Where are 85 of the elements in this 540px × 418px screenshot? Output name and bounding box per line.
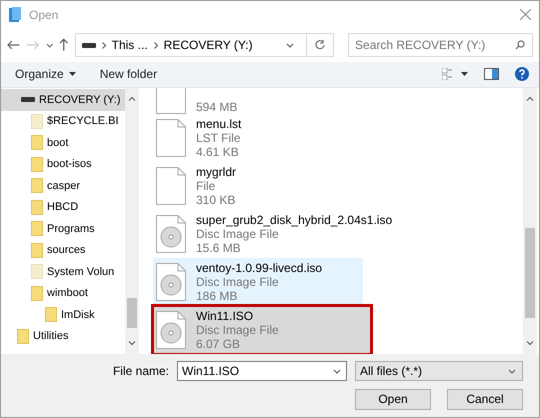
search-icon <box>515 40 526 50</box>
address-bar[interactable]: This ... RECOVERY (Y:) <box>74 33 308 58</box>
open-button[interactable]: Open <box>355 388 431 410</box>
file-type: Disc Image File <box>196 227 280 242</box>
refresh-icon <box>315 40 326 50</box>
file-name: menu.lst <box>196 117 242 132</box>
file-size: 310 KB <box>196 193 236 208</box>
folder-icon <box>31 114 43 129</box>
folder-icon <box>31 242 43 258</box>
file-item[interactable]: ventoy-1.0.99-livecd.iso Disc Image File 186 MB <box>153 258 363 306</box>
search-field[interactable]: Search RECOVERY (Y:) <box>348 33 534 58</box>
cancel-button[interactable]: Cancel <box>447 388 523 410</box>
sidebar-item[interactable]: Programs <box>1 218 125 240</box>
file-name: super_grub2_disk_hybrid_2.04s1.iso <box>196 213 392 228</box>
file-type: Disc Image File <box>196 275 280 290</box>
caret-icon <box>68 72 76 76</box>
sidebar-item[interactable]: sources <box>1 240 125 262</box>
sidebar-item[interactable]: casper <box>1 175 125 197</box>
file-size: 15.6 MB <box>196 241 242 256</box>
file-name-field[interactable]: Win11.ISO <box>177 361 347 382</box>
file-name-label: File name: <box>112 364 169 378</box>
folder-icon <box>17 328 29 344</box>
close-icon[interactable] <box>520 9 531 20</box>
drive-icon <box>82 42 96 48</box>
recent-dropdown-icon[interactable] <box>46 42 54 48</box>
file-icon <box>156 119 186 158</box>
disc-image-icon <box>156 311 186 350</box>
file-item[interactable]: Win11.ISO Disc Image File 6.07 GB <box>153 306 371 354</box>
dropdown-icon <box>508 368 516 374</box>
folder-icon <box>31 221 43 236</box>
file-size: 594 MB <box>196 100 238 114</box>
file-type: Disc Image File <box>196 323 279 338</box>
sidebar-item[interactable]: ImDisk <box>1 304 125 326</box>
file-icon <box>156 167 186 206</box>
scrollbar-thumb[interactable] <box>127 298 137 328</box>
file-name: ventoy-1.0.99-livecd.iso <box>196 261 322 276</box>
sidebar-item[interactable]: RECOVERY (Y:) <box>1 89 125 111</box>
file-name: mygrldr <box>196 165 236 180</box>
window-title: Open <box>29 8 60 22</box>
folder-icon <box>31 178 43 194</box>
chevron-icon <box>102 42 106 49</box>
file-size: 4.61 KB <box>196 145 240 160</box>
chevron-icon <box>154 42 158 49</box>
folder-icon <box>45 307 57 322</box>
sidebar-item[interactable]: $RECYCLE.BI <box>1 110 125 132</box>
folder-icon <box>31 286 43 301</box>
sidebar-item[interactable]: boot-isos <box>1 154 125 176</box>
file-item[interactable]: menu.lst LST File 4.61 KB <box>153 114 363 162</box>
help-icon[interactable] <box>515 67 529 82</box>
file-name: Win11.ISO <box>196 309 254 324</box>
folder-icon <box>31 264 43 280</box>
organize-button[interactable]: Organize <box>11 65 80 84</box>
file-type-dropdown[interactable]: All files (*.*) <box>355 361 523 382</box>
dropdown-icon[interactable] <box>286 42 294 48</box>
folder-icon <box>31 135 43 150</box>
drive-icon <box>21 97 35 102</box>
back-icon[interactable] <box>7 40 20 50</box>
sidebar-item[interactable]: HBCD <box>1 196 125 218</box>
scrollbar[interactable] <box>523 88 537 354</box>
app-icon <box>9 6 21 23</box>
folder-icon <box>31 200 43 215</box>
scrollbar-thumb[interactable] <box>525 228 535 318</box>
file-type: File <box>196 179 216 194</box>
folder-icon <box>31 156 43 172</box>
refresh-button[interactable] <box>307 33 334 58</box>
file-item[interactable]: super_grub2_disk_hybrid_2.04s1.iso Disc Image File 15.6 MB <box>153 210 398 258</box>
sidebar-item[interactable]: System Volun <box>1 261 125 283</box>
dropdown-icon[interactable] <box>333 369 341 374</box>
file-type: LST File <box>196 131 242 146</box>
file-size: 186 MB <box>196 289 238 304</box>
new-folder-button[interactable]: New folder <box>96 65 162 84</box>
disc-image-icon <box>156 263 186 302</box>
breadcrumb[interactable]: RECOVERY (Y:) <box>164 38 253 52</box>
disc-image-icon <box>156 215 186 254</box>
breadcrumb[interactable]: This ... <box>112 38 148 52</box>
up-icon[interactable] <box>59 38 69 52</box>
sidebar-item[interactable]: wimboot <box>1 282 125 304</box>
file-item[interactable]: mygrldr File 310 KB <box>153 162 363 210</box>
sidebar-item[interactable]: Utilities <box>1 326 125 348</box>
sidebar-item[interactable]: boot <box>1 132 125 154</box>
preview-pane-icon[interactable] <box>484 68 499 80</box>
file-size: 6.07 GB <box>196 337 242 352</box>
view-options-icon[interactable] <box>442 68 468 80</box>
file-item[interactable]: 594 MB <box>153 88 363 114</box>
scrollbar[interactable] <box>125 88 139 354</box>
